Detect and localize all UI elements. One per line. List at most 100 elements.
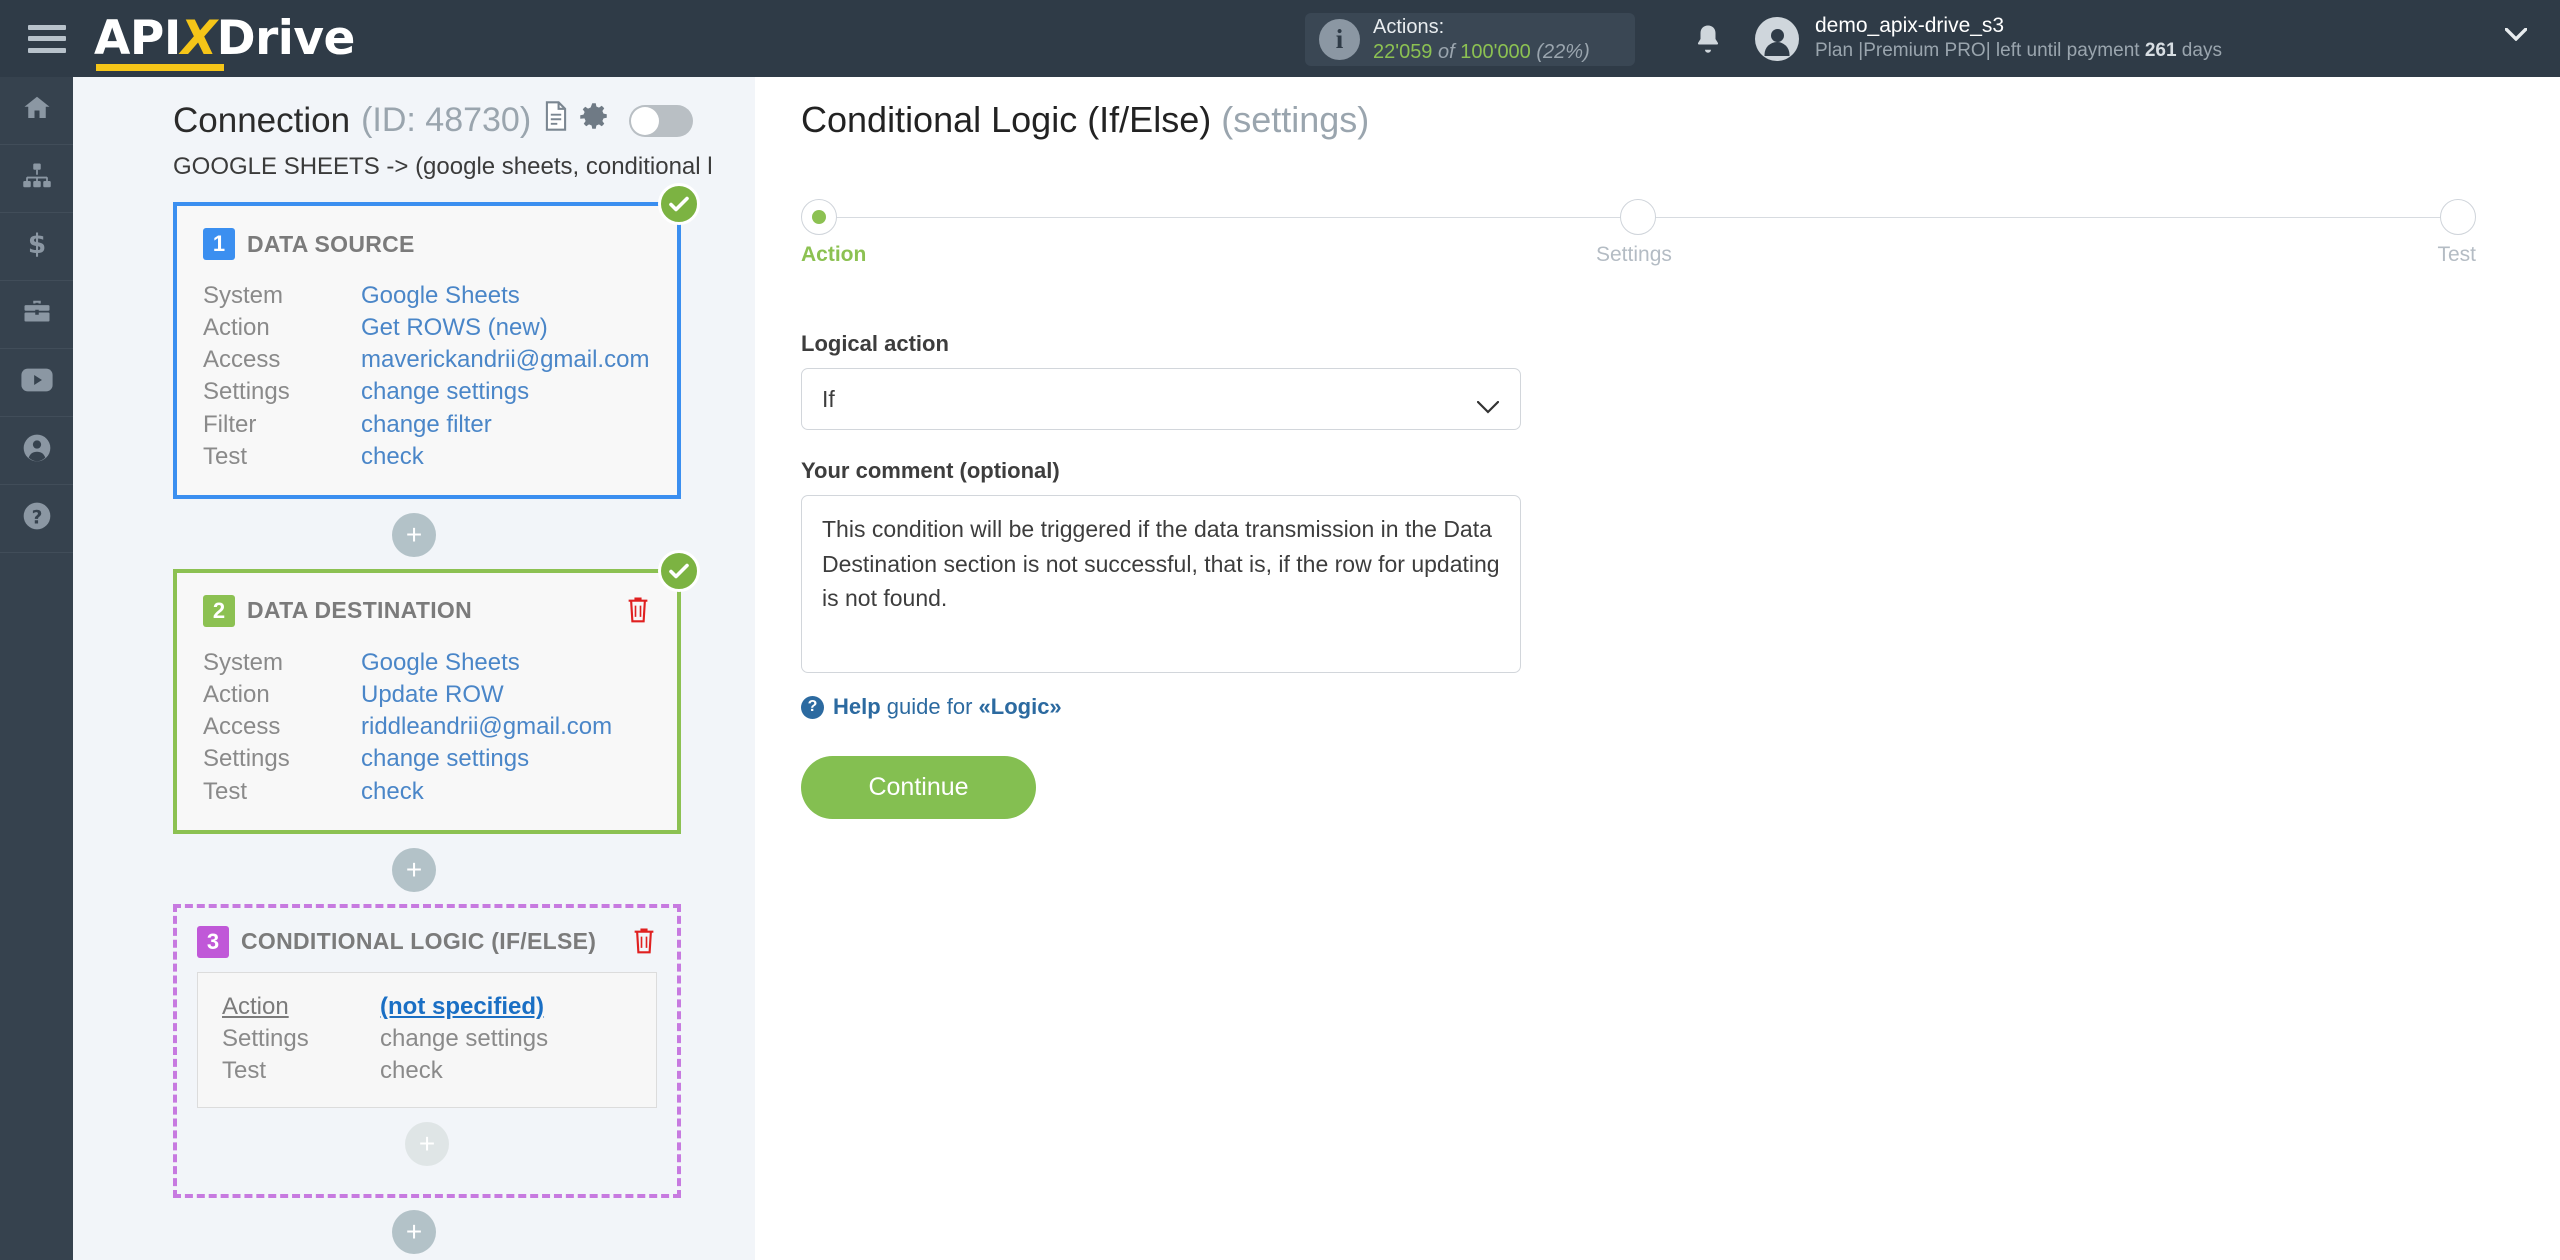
help-middle: guide for: [880, 694, 979, 719]
row-key: Test: [203, 777, 248, 805]
step-dot: [801, 199, 837, 235]
card-title: DATA DESTINATION: [247, 597, 472, 624]
delete-icon[interactable]: [625, 595, 651, 630]
sidebar-item-youtube[interactable]: [0, 349, 73, 417]
card-title: CONDITIONAL LOGIC (IF/ELSE): [241, 928, 597, 955]
help-icon: ?: [21, 500, 53, 537]
sidebar-item-help[interactable]: ?: [0, 485, 73, 553]
table-row: Access maverickandrii@gmail.com: [203, 344, 651, 376]
row-value[interactable]: Get ROWS (new): [361, 312, 548, 344]
row-value[interactable]: check: [380, 1055, 443, 1087]
connection-title: Connection: [173, 100, 351, 140]
avatar[interactable]: [1755, 17, 1799, 61]
gear-icon[interactable]: [579, 101, 609, 141]
table-row: Settings change settings: [203, 743, 651, 775]
page-title-main: Conditional Logic (If/Else): [801, 99, 1212, 140]
comment-input[interactable]: This condition will be triggered if the …: [801, 495, 1521, 673]
table-row: Settings change settings: [203, 376, 651, 408]
conditional-logic-card-wrap: 3 CONDITIONAL LOGIC (IF/ELSE) Action (no…: [173, 903, 681, 1199]
step-badge: 3: [197, 925, 229, 958]
sidebar-item-account[interactable]: [0, 417, 73, 485]
row-value[interactable]: change filter: [361, 409, 492, 441]
row-value[interactable]: check: [361, 776, 424, 808]
conditional-logic-card[interactable]: 3 CONDITIONAL LOGIC (IF/ELSE) Action (no…: [173, 903, 681, 1199]
add-step-button-1[interactable]: +: [392, 512, 436, 557]
home-icon: [21, 93, 53, 128]
data-destination-card-wrap: 2 DATA DESTINATION System Google Sheets …: [173, 549, 700, 834]
row-value[interactable]: check: [361, 441, 424, 473]
row-value[interactable]: change settings: [361, 376, 529, 408]
step-label: Settings: [1596, 243, 1672, 266]
card-rows: System Google Sheets Action Update ROW A…: [203, 647, 651, 808]
logical-action-value: If: [822, 385, 835, 412]
continue-button[interactable]: Continue: [801, 756, 1036, 819]
status-badge-ok: [658, 549, 700, 592]
hamburger-icon[interactable]: [28, 24, 66, 53]
table-row: Settings change settings: [222, 1023, 632, 1055]
chevron-down-icon[interactable]: [2504, 27, 2528, 42]
row-value[interactable]: (not specified): [380, 991, 544, 1023]
logical-action-select[interactable]: If: [801, 368, 1521, 430]
plan-days: 261: [2144, 40, 2177, 62]
data-source-card-wrap: 1 DATA SOURCE System Google Sheets Actio…: [173, 183, 700, 499]
chevron-down-icon: [1476, 393, 1500, 420]
data-source-card[interactable]: 1 DATA SOURCE System Google Sheets Actio…: [173, 202, 681, 499]
user-plan: Plan |Premium PRO| left until payment 26…: [1815, 39, 2222, 64]
step-label: Action: [801, 243, 867, 266]
row-value[interactable]: Update ROW: [361, 679, 504, 711]
connection-toggle[interactable]: [629, 104, 694, 137]
connection-id: (ID: 48730): [361, 101, 532, 139]
table-row: Test check: [203, 776, 651, 808]
connection-header: Connection (ID: 48730): [173, 100, 755, 141]
help-guide-link[interactable]: ? Help guide for «Logic»: [801, 694, 1521, 720]
notifications-bell-icon[interactable]: [1690, 20, 1726, 58]
table-row: Filter change filter: [203, 409, 651, 441]
page-title: Conditional Logic (If/Else) (settings): [801, 99, 2560, 141]
briefcase-icon: [21, 297, 53, 332]
actions-quota-box[interactable]: i Actions: 22'059 of 100'000 (22%): [1305, 13, 1635, 66]
billing-icon: $: [22, 228, 52, 265]
plan-suffix: days: [2176, 40, 2222, 62]
status-badge-ok: [658, 183, 700, 225]
settings-content: Conditional Logic (If/Else) (settings) A…: [755, 77, 2560, 1260]
data-destination-card[interactable]: 2 DATA DESTINATION System Google Sheets …: [173, 568, 681, 834]
table-row: Action (not specified): [222, 991, 632, 1023]
sidebar-item-home[interactable]: [0, 77, 73, 145]
logo-api: API: [94, 11, 181, 66]
actions-total: 100'000: [1460, 40, 1531, 63]
row-key: Action: [203, 681, 270, 709]
row-key: Settings: [222, 1024, 309, 1052]
help-bold-2: «Logic»: [978, 694, 1062, 719]
connection-subtitle: GOOGLE SHEETS -> (google sheets, conditi…: [173, 153, 713, 180]
sidebar-item-billing[interactable]: $: [0, 213, 73, 281]
apixdrive-logo[interactable]: APIXDrive: [94, 15, 355, 71]
row-value[interactable]: Google Sheets: [361, 280, 520, 312]
row-value[interactable]: change settings: [361, 743, 529, 775]
user-info[interactable]: demo_apix-drive_s3 Plan |Premium PRO| le…: [1815, 12, 2222, 64]
row-value[interactable]: maverickandrii@gmail.com: [361, 344, 649, 376]
table-row: System Google Sheets: [203, 280, 651, 312]
add-branch-button[interactable]: +: [405, 1122, 449, 1167]
sidebar-item-connections[interactable]: [0, 145, 73, 213]
row-value[interactable]: riddleandrii@gmail.com: [361, 711, 612, 743]
row-value[interactable]: change settings: [380, 1023, 548, 1055]
add-step-button-3[interactable]: +: [392, 1210, 436, 1255]
actions-percent: (22%): [1536, 40, 1590, 63]
step-badge: 1: [203, 228, 235, 260]
delete-icon[interactable]: [631, 926, 657, 961]
account-icon: [21, 432, 53, 469]
add-step-button-2[interactable]: +: [392, 847, 436, 892]
user-name: demo_apix-drive_s3: [1815, 14, 2005, 37]
card-header: 1 DATA SOURCE: [203, 228, 651, 260]
step-label: Test: [2437, 243, 2476, 266]
row-key: Filter: [203, 410, 257, 438]
card-title: DATA SOURCE: [247, 230, 415, 257]
document-icon[interactable]: [543, 100, 569, 141]
sidebar-item-briefcase[interactable]: [0, 281, 73, 349]
connection-panel: Connection (ID: 48730) GOOGLE SHEETS -> …: [73, 77, 755, 1260]
row-value[interactable]: Google Sheets: [361, 647, 520, 679]
help-bold-1: Help: [833, 694, 881, 719]
logical-action-label: Logical action: [801, 331, 949, 356]
top-bar: APIXDrive i Actions: 22'059 of 100'000 (…: [0, 0, 2560, 77]
svg-text:?: ?: [31, 507, 42, 528]
